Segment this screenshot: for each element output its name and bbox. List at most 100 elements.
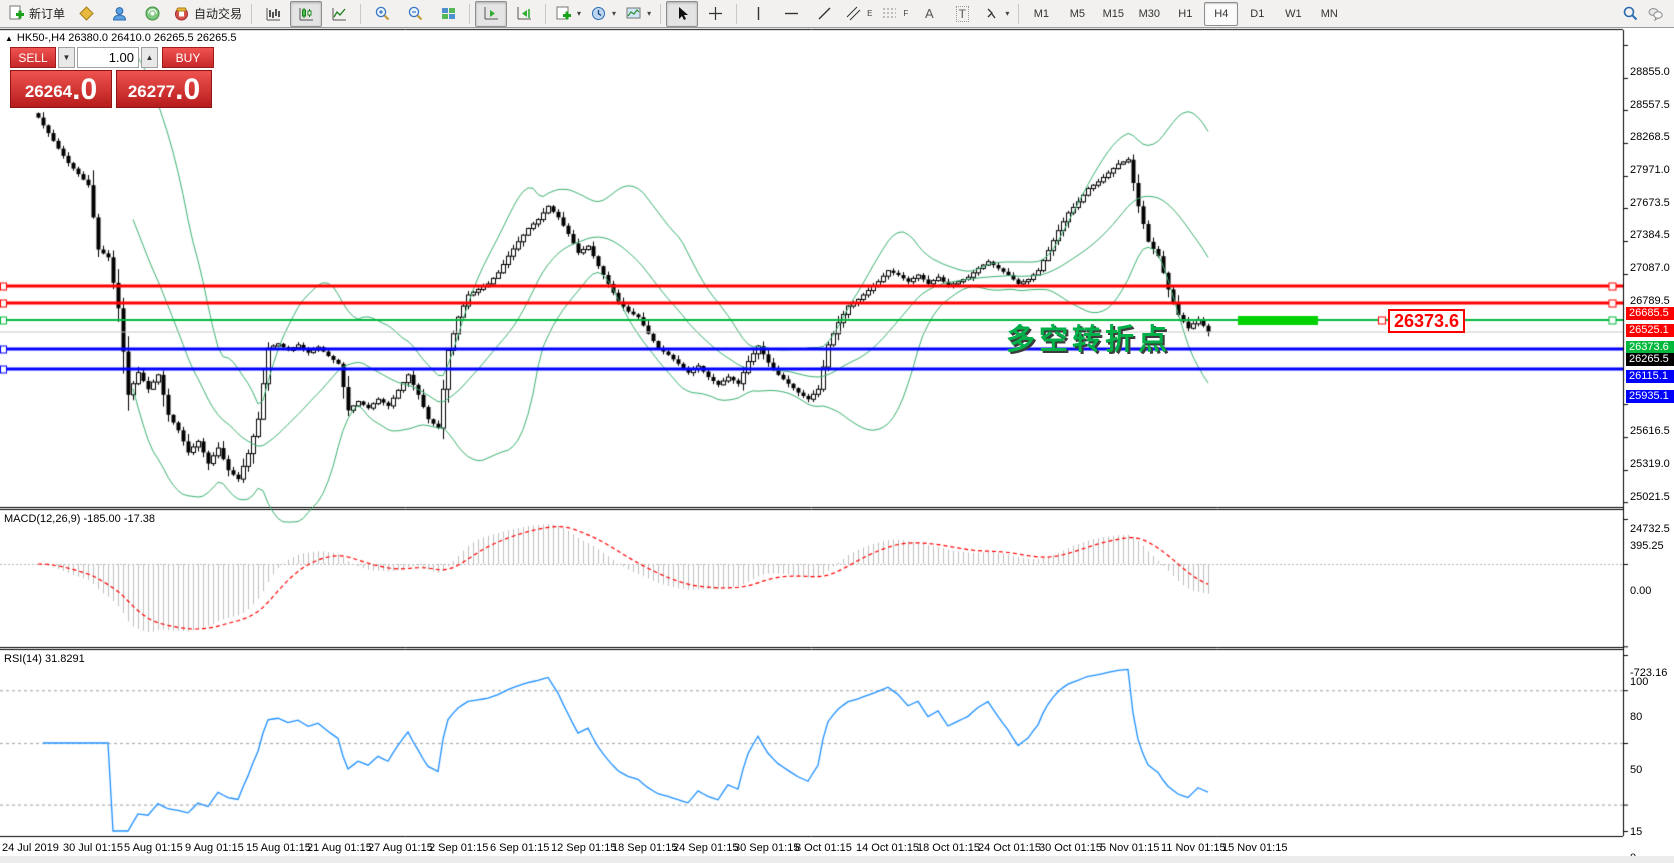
tf-m30-button[interactable]: M30 xyxy=(1132,2,1166,26)
new-order-label: 新订单 xyxy=(29,5,65,22)
rsi-axis-tick: 50 xyxy=(1630,764,1642,776)
time-axis-label: 24 Oct 01:15 xyxy=(978,842,1041,854)
toolbar-separator xyxy=(251,4,252,24)
rsi-indicator-label: RSI(14) 31.8291 xyxy=(4,653,85,665)
bar-chart-button[interactable] xyxy=(257,1,289,27)
rsi-axis-tick: 80 xyxy=(1630,711,1642,723)
cursor-button[interactable] xyxy=(666,1,698,27)
autotrading-label: 自动交易 xyxy=(194,5,242,22)
timeframe-bar: M1 M5 M15 M30 H1 H4 D1 W1 MN xyxy=(1024,2,1346,26)
collapse-icon[interactable]: ▲ xyxy=(5,34,13,43)
chart-shift-button[interactable] xyxy=(508,1,540,27)
chart-annotation-text[interactable]: 多空转折点 xyxy=(1006,316,1171,358)
arrows-icon xyxy=(983,5,1000,22)
signals-button[interactable] xyxy=(136,1,168,27)
chart-title-text: HK50-,H4 26380.0 26410.0 26265.5 26265.5 xyxy=(17,32,237,44)
zoom-out-button[interactable] xyxy=(399,1,431,27)
chevron-down-icon: ▾ xyxy=(612,9,616,18)
price-line-badge: 25935.1 xyxy=(1626,390,1674,403)
autotrading-button[interactable]: 自动交易 xyxy=(169,1,246,27)
volume-input[interactable] xyxy=(77,47,139,68)
buy-price-display[interactable]: 26277 .0 xyxy=(116,70,212,108)
price-level-label[interactable]: 26373.6 xyxy=(1388,309,1465,333)
bar-chart-icon xyxy=(265,5,282,22)
search-icon[interactable] xyxy=(1622,5,1639,22)
chat-icon[interactable] xyxy=(1647,5,1664,22)
time-axis-label: 18 Oct 01:15 xyxy=(917,842,980,854)
horizontal-line-button[interactable] xyxy=(775,1,807,27)
auto-scroll-button[interactable] xyxy=(475,1,507,27)
tf-d1-button[interactable]: D1 xyxy=(1240,2,1274,26)
rsi-axis-tick: 15 xyxy=(1630,826,1642,838)
new-order-icon xyxy=(8,5,25,22)
price-line-badge: 26525.1 xyxy=(1626,324,1674,337)
toolbar-separator xyxy=(360,4,361,24)
periods-dropdown[interactable]: ▾ xyxy=(586,1,620,27)
volume-decrease-button[interactable]: ▼ xyxy=(58,47,75,68)
price-axis-tick: 27673.5 xyxy=(1630,197,1670,209)
text-button[interactable]: A xyxy=(913,1,945,27)
buy-price-main: 26277 xyxy=(128,79,175,105)
metaeditor-button[interactable] xyxy=(70,1,102,27)
chart-shift-icon xyxy=(516,5,533,22)
fibonacci-button[interactable]: F xyxy=(877,1,912,27)
price-axis-tick: 25319.0 xyxy=(1630,458,1670,470)
crosshair-button[interactable] xyxy=(699,1,731,27)
price-axis-tick: 27087.0 xyxy=(1630,262,1670,274)
rsi-axis-tick: 100 xyxy=(1630,676,1648,688)
time-axis-label: 21 Aug 01:15 xyxy=(307,842,372,854)
time-axis-label: 6 Sep 01:15 xyxy=(490,842,549,854)
cursor-icon xyxy=(674,5,691,22)
price-axis-tick: 28855.0 xyxy=(1630,66,1670,78)
mt4-window: 新订单 自动交易 xyxy=(0,0,1674,863)
community-button[interactable] xyxy=(103,1,135,27)
price-axis-tick: 27971.0 xyxy=(1630,164,1670,176)
price-axis-tick: 25616.5 xyxy=(1630,425,1670,437)
tile-windows-button[interactable] xyxy=(432,1,464,27)
template-icon xyxy=(625,5,642,22)
price-axis-tick: 28557.5 xyxy=(1630,99,1670,111)
new-chart-icon xyxy=(555,5,572,22)
tf-m1-button[interactable]: M1 xyxy=(1024,2,1058,26)
sell-button[interactable]: SELL xyxy=(10,47,56,68)
time-axis-label: 9 Aug 01:15 xyxy=(185,842,244,854)
tf-h1-button[interactable]: H1 xyxy=(1168,2,1202,26)
equidistant-channel-button[interactable]: E xyxy=(841,1,876,27)
crosshair-icon xyxy=(707,5,724,22)
time-axis-label: 15 Nov 01:15 xyxy=(1222,842,1287,854)
line-chart-icon xyxy=(331,5,348,22)
tf-h4-button[interactable]: H4 xyxy=(1204,2,1238,26)
line-chart-button[interactable] xyxy=(323,1,355,27)
trendline-button[interactable] xyxy=(808,1,840,27)
price-axis-tick: 27384.5 xyxy=(1630,229,1670,241)
arrows-dropdown[interactable]: ▾ xyxy=(979,1,1013,27)
bottom-strip xyxy=(0,856,1674,863)
vertical-line-button[interactable] xyxy=(742,1,774,27)
new-chart-dropdown[interactable]: ▾ xyxy=(551,1,585,27)
price-line-badge: 26115.1 xyxy=(1626,370,1674,383)
text-label-icon: T xyxy=(956,6,969,22)
time-axis-label: 30 Jul 01:15 xyxy=(63,842,123,854)
vertical-line-icon xyxy=(750,5,767,22)
fibonacci-icon xyxy=(881,5,898,22)
zoom-in-button[interactable] xyxy=(366,1,398,27)
tf-mn-button[interactable]: MN xyxy=(1312,2,1346,26)
price-chart-canvas[interactable] xyxy=(0,28,1674,838)
channel-icon xyxy=(845,5,862,22)
buy-button[interactable]: BUY xyxy=(162,47,214,68)
new-order-button[interactable]: 新订单 xyxy=(4,1,69,27)
signals-icon xyxy=(144,5,161,22)
text-label-button[interactable]: T xyxy=(946,1,978,27)
templates-dropdown[interactable]: ▾ xyxy=(621,1,655,27)
zoom-in-icon xyxy=(374,5,391,22)
candlestick-chart-button[interactable] xyxy=(290,1,322,27)
toolbar-separator xyxy=(545,4,546,24)
tf-m5-button[interactable]: M5 xyxy=(1060,2,1094,26)
metaeditor-icon xyxy=(78,5,95,22)
chart-area: ▲ HK50-,H4 26380.0 26410.0 26265.5 26265.… xyxy=(0,28,1674,863)
sell-price-display[interactable]: 26264 .0 xyxy=(10,70,112,108)
tf-w1-button[interactable]: W1 xyxy=(1276,2,1310,26)
tf-m15-button[interactable]: M15 xyxy=(1096,2,1130,26)
time-axis-label: 14 Oct 01:15 xyxy=(856,842,919,854)
volume-increase-button[interactable]: ▲ xyxy=(141,47,158,68)
